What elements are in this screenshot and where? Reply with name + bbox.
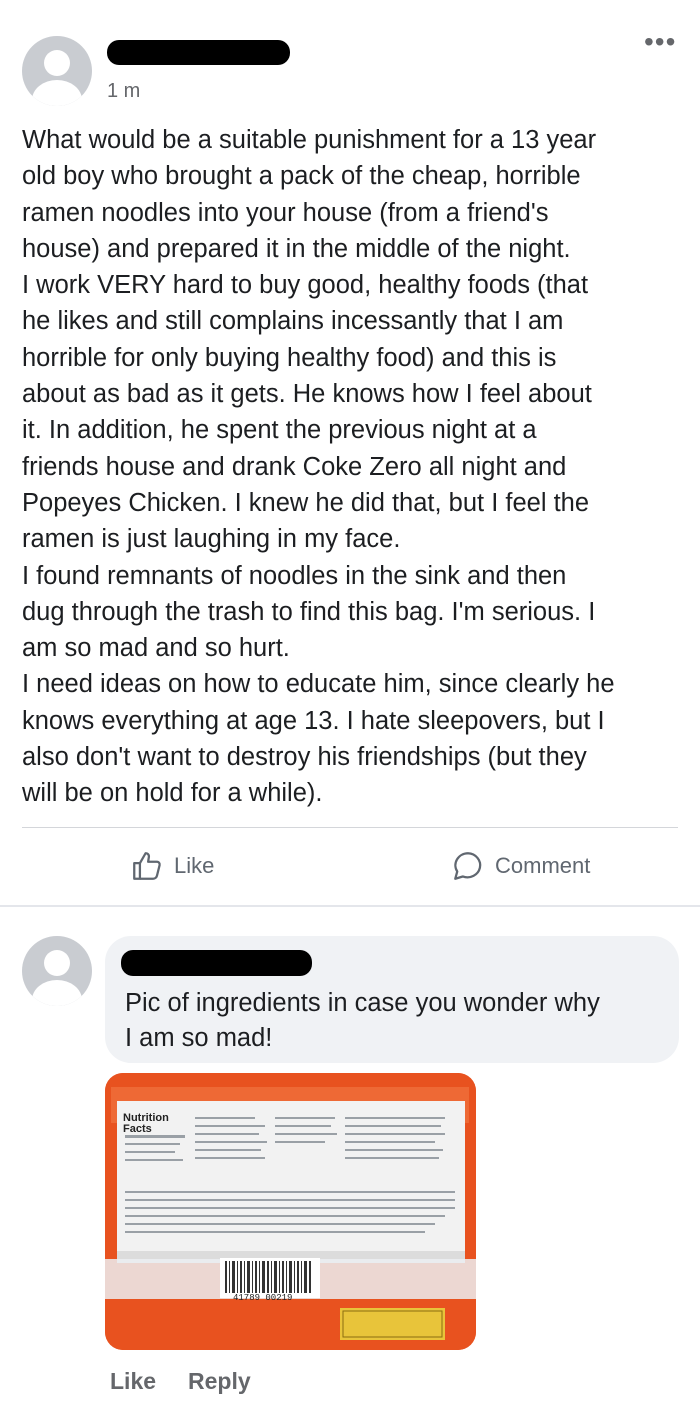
thumbs-up-icon xyxy=(133,852,161,880)
comment-text: Pic of ingredients in case you wonder wh… xyxy=(125,989,600,1052)
nutrition-facts-label: Nutrition Facts xyxy=(123,1112,169,1135)
commenter-avatar[interactable] xyxy=(22,936,92,1006)
comment-bubble: Pic of ingredients in case you wonder wh… xyxy=(105,936,679,1063)
redacted-commenter-name xyxy=(121,950,312,976)
barcode-number: 41789 00219 xyxy=(233,1293,293,1303)
redacted-author-name xyxy=(107,40,290,65)
comment-like-button[interactable]: Like xyxy=(110,1368,156,1395)
post-timestamp: 1 m xyxy=(107,80,141,102)
comment-button[interactable]: Comment xyxy=(451,849,590,883)
like-button[interactable]: Like xyxy=(130,849,214,883)
divider xyxy=(22,827,678,828)
post-body-text: What would be a suitable punishment for … xyxy=(22,126,615,808)
more-options-icon[interactable]: ••• xyxy=(644,28,676,56)
post-card: 1 m ••• What would be a suitable punishm… xyxy=(0,0,700,905)
comment-bubble-icon xyxy=(454,852,482,880)
comment-label: Comment xyxy=(495,853,591,878)
comment-reply-button[interactable]: Reply xyxy=(188,1368,251,1395)
author-avatar[interactable] xyxy=(22,36,92,106)
section-separator xyxy=(0,905,700,907)
comment-actions: Like Reply xyxy=(110,1368,251,1395)
ramen-package-photo[interactable]: Nutrition Facts 41789 00219 xyxy=(105,1073,476,1350)
like-label: Like xyxy=(174,853,215,878)
